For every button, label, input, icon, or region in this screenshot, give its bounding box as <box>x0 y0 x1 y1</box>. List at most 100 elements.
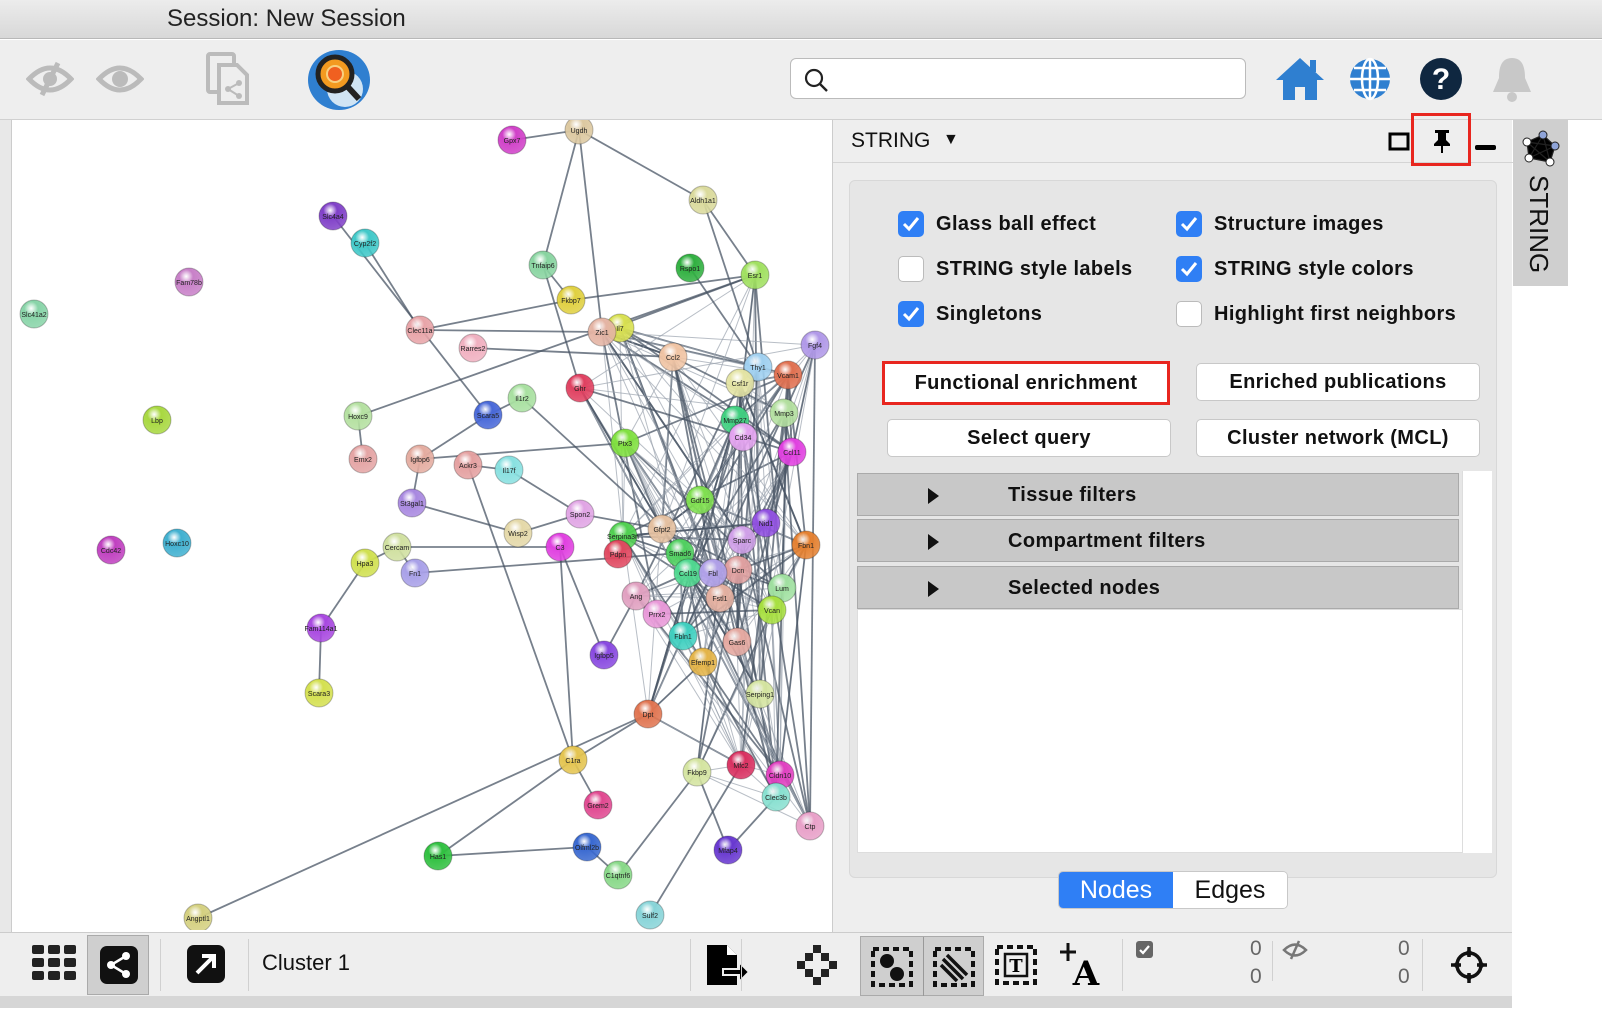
float-window-icon[interactable] <box>1388 132 1410 152</box>
pin-button[interactable] <box>1411 113 1471 166</box>
checkbox-structure-images[interactable]: Structure images <box>1176 211 1384 237</box>
select-nodes-icon[interactable] <box>871 947 913 987</box>
panel-dropdown-chevron-icon[interactable]: ▼ <box>943 131 959 149</box>
network-node[interactable]: Ccl2 <box>658 342 688 372</box>
network-node[interactable]: C3 <box>545 532 575 562</box>
minimize-icon[interactable] <box>1475 145 1496 150</box>
network-node[interactable]: Gfpt2 <box>647 514 677 544</box>
network-node[interactable]: Clec3b <box>761 782 791 812</box>
help-icon[interactable]: ? <box>1416 54 1466 104</box>
network-edge[interactable] <box>542 129 580 266</box>
network-node[interactable]: Rarres2 <box>458 333 488 363</box>
network-edge[interactable] <box>197 713 649 919</box>
network-node[interactable]: Cercam <box>382 532 412 562</box>
annotation-text-move-icon[interactable]: A <box>1058 941 1102 987</box>
tissue-filters-section[interactable]: Tissue filters <box>857 473 1459 516</box>
network-node[interactable]: Hoxc10 <box>162 528 192 558</box>
network-edge[interactable] <box>419 299 572 331</box>
network-edge[interactable] <box>617 771 698 876</box>
network-edge[interactable] <box>364 242 421 331</box>
network-canvas[interactable]: Gpx7 Ugdh Aldh1a1 Slc4a4 Cyp2f2 Fam78b Slc41a2… <box>12 120 830 930</box>
network-edge[interactable] <box>542 264 581 389</box>
select-edges-icon[interactable] <box>933 947 975 987</box>
network-edge[interactable] <box>357 274 756 417</box>
home-icon[interactable] <box>1274 54 1326 104</box>
checkbox-box[interactable] <box>898 301 924 327</box>
network-node[interactable]: Gdf15 <box>685 485 715 515</box>
network-node[interactable]: Cdc42 <box>96 535 126 565</box>
cluster-network-mcl-button[interactable]: Cluster network (MCL) <box>1196 419 1480 457</box>
network-node[interactable]: Fstl1 <box>705 583 735 613</box>
network-node[interactable]: Dpt <box>633 699 663 729</box>
search-input[interactable] <box>790 58 1246 99</box>
network-node[interactable]: Cd34 <box>728 422 758 452</box>
network-node[interactable]: Prrx2 <box>642 599 672 629</box>
network-node[interactable]: Serping1 <box>745 679 775 709</box>
network-edge[interactable] <box>419 442 626 460</box>
tab-edges[interactable]: Edges <box>1173 872 1287 908</box>
network-node[interactable]: Hoxc9 <box>343 401 373 431</box>
network-node[interactable]: Pdpn <box>603 539 633 569</box>
enriched-publications-button[interactable]: Enriched publications <box>1196 363 1480 401</box>
network-node[interactable]: Olfml2b <box>572 832 602 862</box>
network-node[interactable]: Emx2 <box>348 444 378 474</box>
network-node[interactable]: Aldh1a1 <box>688 185 718 215</box>
network-edge[interactable] <box>559 546 605 656</box>
network-node[interactable]: Spon2 <box>565 499 595 529</box>
network-node[interactable]: C1ra <box>558 745 588 775</box>
network-node[interactable]: St3gal1 <box>397 488 427 518</box>
network-node[interactable]: Gpx7 <box>497 125 527 155</box>
network-node[interactable]: Ccl11 <box>777 437 807 467</box>
network-node[interactable]: Fbln1 <box>668 621 698 651</box>
network-edge[interactable] <box>809 344 816 827</box>
fit-content-icon[interactable] <box>796 945 838 985</box>
hide-icon[interactable] <box>24 54 76 104</box>
open-network-external-icon[interactable] <box>187 945 225 983</box>
network-node[interactable]: Rspo1 <box>675 253 705 283</box>
network-edge[interactable] <box>419 329 603 333</box>
network-edge[interactable] <box>791 344 816 453</box>
network-edge[interactable] <box>578 129 704 201</box>
checkbox-box[interactable] <box>1176 301 1202 327</box>
grid-view-icon[interactable] <box>32 945 78 981</box>
notification-bell-icon[interactable] <box>1486 52 1538 106</box>
network-node[interactable]: Has1 <box>423 841 453 871</box>
network-node[interactable]: Ccl19 <box>673 558 703 588</box>
checkbox-box[interactable] <box>898 256 924 282</box>
network-node[interactable]: C1qtnf6 <box>603 860 633 890</box>
network-node[interactable]: Tnfaip6 <box>528 250 558 280</box>
network-node[interactable]: Efemp1 <box>688 647 718 677</box>
network-view[interactable]: Gpx7 Ugdh Aldh1a1 Slc4a4 Cyp2f2 Fam78b Slc41a2… <box>12 120 830 930</box>
globe-icon[interactable] <box>1346 54 1394 104</box>
network-node[interactable]: Sulf2 <box>635 900 665 930</box>
checkbox-string-style-colors[interactable]: STRING style colors <box>1176 256 1414 282</box>
network-node[interactable]: Slc4a4 <box>318 201 348 231</box>
compartment-filters-section[interactable]: Compartment filters <box>857 519 1459 562</box>
network-edge[interactable] <box>472 347 674 358</box>
network-node[interactable]: Esr1 <box>740 260 770 290</box>
network-node[interactable]: Angptl1 <box>183 903 213 930</box>
network-node[interactable]: Nid1 <box>751 508 781 538</box>
first-neighbors-target-icon[interactable] <box>1450 945 1488 985</box>
tab-nodes[interactable]: Nodes <box>1059 872 1173 908</box>
selected-nodes-section[interactable]: Selected nodes <box>857 566 1459 609</box>
network-node[interactable]: Il17f <box>494 455 524 485</box>
checkbox-highlight-first-neighbors[interactable]: Highlight first neighbors <box>1176 301 1456 327</box>
string-search-app-icon[interactable] <box>306 48 372 112</box>
network-node[interactable]: Ackr3 <box>453 450 483 480</box>
network-node[interactable]: Lbp <box>142 405 172 435</box>
network-node[interactable]: Mfc2 <box>726 750 756 780</box>
network-node[interactable]: Gas6 <box>722 627 752 657</box>
network-node[interactable]: Mfap4 <box>713 835 743 865</box>
network-node[interactable]: Mmp3 <box>769 398 799 428</box>
scrollbar-track[interactable] <box>1462 471 1492 853</box>
network-node[interactable]: Cyp2f2 <box>350 228 380 258</box>
checkbox-string-style-labels[interactable]: STRING style labels <box>898 256 1133 282</box>
network-edge[interactable] <box>467 464 574 761</box>
checkbox-box[interactable] <box>1176 256 1202 282</box>
network-node[interactable]: Fgf4 <box>800 330 830 360</box>
checkbox-box[interactable] <box>898 211 924 237</box>
network-edge[interactable] <box>619 327 759 368</box>
network-node[interactable]: Csf1r <box>725 368 755 398</box>
network-node[interactable]: Igfbp5 <box>589 640 619 670</box>
